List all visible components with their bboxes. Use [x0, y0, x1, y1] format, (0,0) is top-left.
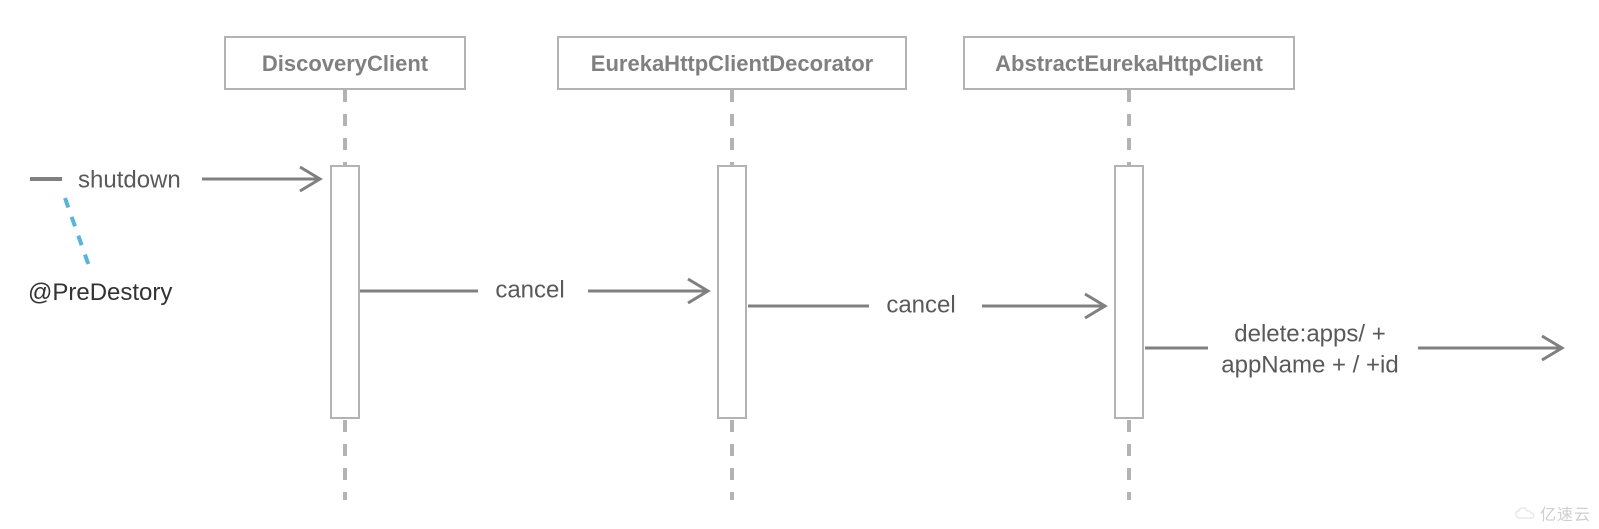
watermark: 亿速云: [1514, 501, 1591, 525]
watermark-text: 亿速云: [1540, 501, 1591, 525]
cloud-icon: [1514, 505, 1536, 521]
activation-discovery-client: [331, 166, 359, 418]
sequence-diagram: DiscoveryClient EurekaHttpClientDecorato…: [0, 0, 1599, 529]
participant-eureka-decorator-label: EurekaHttpClientDecorator: [591, 51, 874, 76]
participant-discovery-client-label: DiscoveryClient: [262, 51, 429, 76]
message-shutdown-label: shutdown: [78, 166, 181, 193]
message-delete-apps: delete:apps/ + appName + / +id: [1145, 320, 1562, 378]
message-shutdown: shutdown: [30, 166, 320, 193]
participant-discovery-client: DiscoveryClient: [225, 37, 465, 500]
message-delete-apps-label-1: delete:apps/ +: [1234, 320, 1385, 347]
participant-abstract-eureka-label: AbstractEurekaHttpClient: [995, 51, 1263, 76]
message-cancel-2: cancel: [748, 291, 1105, 318]
activation-abstract-eureka: [1115, 166, 1143, 418]
note-predestroy-label: @PreDestory: [28, 279, 172, 306]
note-predestroy: @PreDestory: [28, 198, 172, 306]
activation-eureka-decorator: [718, 166, 746, 418]
message-delete-apps-label-2: appName + / +id: [1221, 351, 1398, 378]
message-cancel-1-label: cancel: [495, 276, 564, 303]
message-cancel-2-label: cancel: [886, 291, 955, 318]
message-cancel-1: cancel: [360, 276, 708, 303]
participant-eureka-decorator: EurekaHttpClientDecorator: [558, 37, 906, 500]
participant-abstract-eureka: AbstractEurekaHttpClient: [964, 37, 1294, 500]
